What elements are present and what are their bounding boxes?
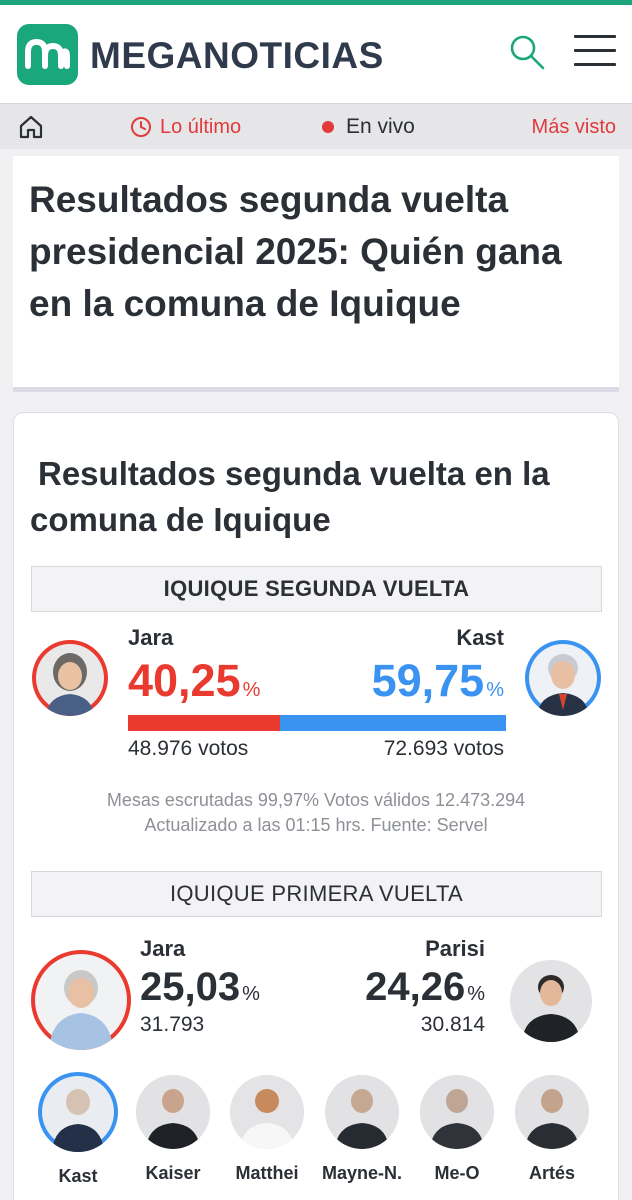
nav-latest-link[interactable]: Lo último: [130, 114, 241, 140]
nav-live-link[interactable]: En vivo: [322, 114, 415, 140]
clock-icon: [131, 117, 151, 137]
second-left-votes: 48.976 votos: [128, 737, 249, 760]
nav-live-label: En vivo: [346, 115, 415, 138]
results-heading: Resultados segunda vuelta en la comuna d…: [30, 455, 550, 538]
artes-avatar: [515, 1075, 589, 1149]
candidate-kaiser[interactable]: Kaiser: [127, 1075, 219, 1184]
kaiser-avatar: [136, 1075, 210, 1149]
first-left-pct: 25,03%: [140, 965, 260, 1010]
first-right-pct-value: 24,26: [365, 965, 466, 1009]
live-dot-icon: [322, 121, 334, 133]
first-right-name: Parisi: [425, 936, 485, 961]
second-left-pct-value: 40,25: [128, 655, 241, 706]
candidate-kaiser-name: Kaiser: [145, 1163, 201, 1183]
brand-name[interactable]: MEGANOTICIAS: [90, 35, 384, 77]
candidate-artes[interactable]: Artés: [506, 1075, 598, 1184]
vote-share-right: [280, 715, 506, 731]
percent-sign: %: [242, 983, 260, 1005]
parisi-avatar: [510, 960, 592, 1042]
update-meta: Actualizado a las 01:15 hrs. Fuente: Ser…: [144, 815, 488, 835]
candidate-matthei[interactable]: Matthei: [221, 1075, 313, 1184]
candidate-me-o[interactable]: Me-O: [411, 1075, 503, 1184]
second-left-pct: 40,25%: [128, 655, 260, 707]
first-right-pct: 24,26%: [365, 965, 485, 1010]
results-card: Resultados segunda vuelta en la comuna d…: [13, 412, 619, 1200]
second-round-band: IQUIQUE SEGUNDA VUELTA: [31, 566, 602, 612]
candidate-matthei-name: Matthei: [235, 1163, 299, 1183]
candidate-me-o-name: Me-O: [434, 1163, 480, 1183]
home-icon[interactable]: [17, 113, 45, 141]
mayne-n-avatar: [325, 1075, 399, 1149]
first-right-votes: 30.814: [420, 1013, 485, 1036]
second-left-name: Jara: [128, 625, 174, 650]
me-o-avatar: [420, 1075, 494, 1149]
site-header: MEGANOTICIAS: [0, 5, 632, 103]
second-right-pct-value: 59,75: [371, 655, 485, 706]
nav-most-seen-link[interactable]: Más visto: [532, 114, 616, 140]
search-icon[interactable]: [508, 33, 546, 71]
section-nav: Lo último En vivo Más visto: [0, 103, 632, 149]
second-right-name: Kast: [456, 625, 504, 650]
nav-latest-label: Lo último: [160, 115, 242, 138]
second-right-pct: 59,75%: [372, 655, 504, 707]
candidate-kast-name: Kast: [58, 1166, 98, 1186]
menu-icon[interactable]: [574, 33, 616, 69]
percent-sign: %: [467, 983, 485, 1005]
candidate-mayne-n-name: Mayne-N.: [321, 1163, 402, 1183]
candidate-kast[interactable]: Kast: [32, 1072, 124, 1187]
vote-share-bar: [128, 715, 506, 731]
first-round-band: IQUIQUE PRIMERA VUELTA: [31, 871, 602, 917]
nav-most-seen-label: Más visto: [531, 115, 616, 138]
first-left-pct-value: 25,03: [140, 965, 241, 1009]
kast-small-avatar: [38, 1072, 118, 1152]
matthei-avatar: [230, 1075, 304, 1149]
candidate-artes-name: Artés: [528, 1163, 576, 1183]
jara-avatar: [32, 640, 108, 716]
count-meta: Mesas escrutadas 99,97% Votos válidos 12…: [106, 790, 526, 810]
percent-sign: %: [486, 679, 504, 701]
jara-first-avatar: [31, 950, 131, 1050]
first-left-votes: 31.793: [140, 1013, 205, 1036]
kast-avatar: [525, 640, 601, 716]
article-title-card: Resultados segunda vuelta presidencial 2…: [13, 156, 619, 392]
second-right-votes: 72.693 votos: [383, 737, 504, 760]
candidate-mayne-n[interactable]: Mayne-N.: [316, 1075, 408, 1184]
percent-sign: %: [242, 679, 261, 701]
vote-share-left: [128, 715, 281, 731]
article-title: Resultados segunda vuelta presidencial 2…: [29, 179, 562, 324]
brand-logo-icon[interactable]: [17, 24, 78, 85]
first-left-name: Jara: [140, 936, 186, 961]
